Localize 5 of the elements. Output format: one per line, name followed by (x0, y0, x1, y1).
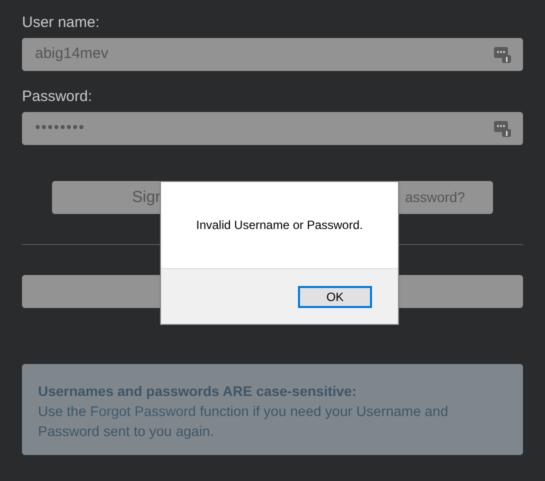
field-label: Password: (22, 88, 94, 106)
field-label: User name: (22, 14, 101, 32)
notice-heading: Usernames and passwords ARE case-sensitive: (38, 382, 358, 401)
notice-text: Use the Forgot Password function if you need your Username and Password sent to you again. (38, 402, 450, 441)
dialog-message: Invalid Username or Password. (196, 217, 363, 234)
